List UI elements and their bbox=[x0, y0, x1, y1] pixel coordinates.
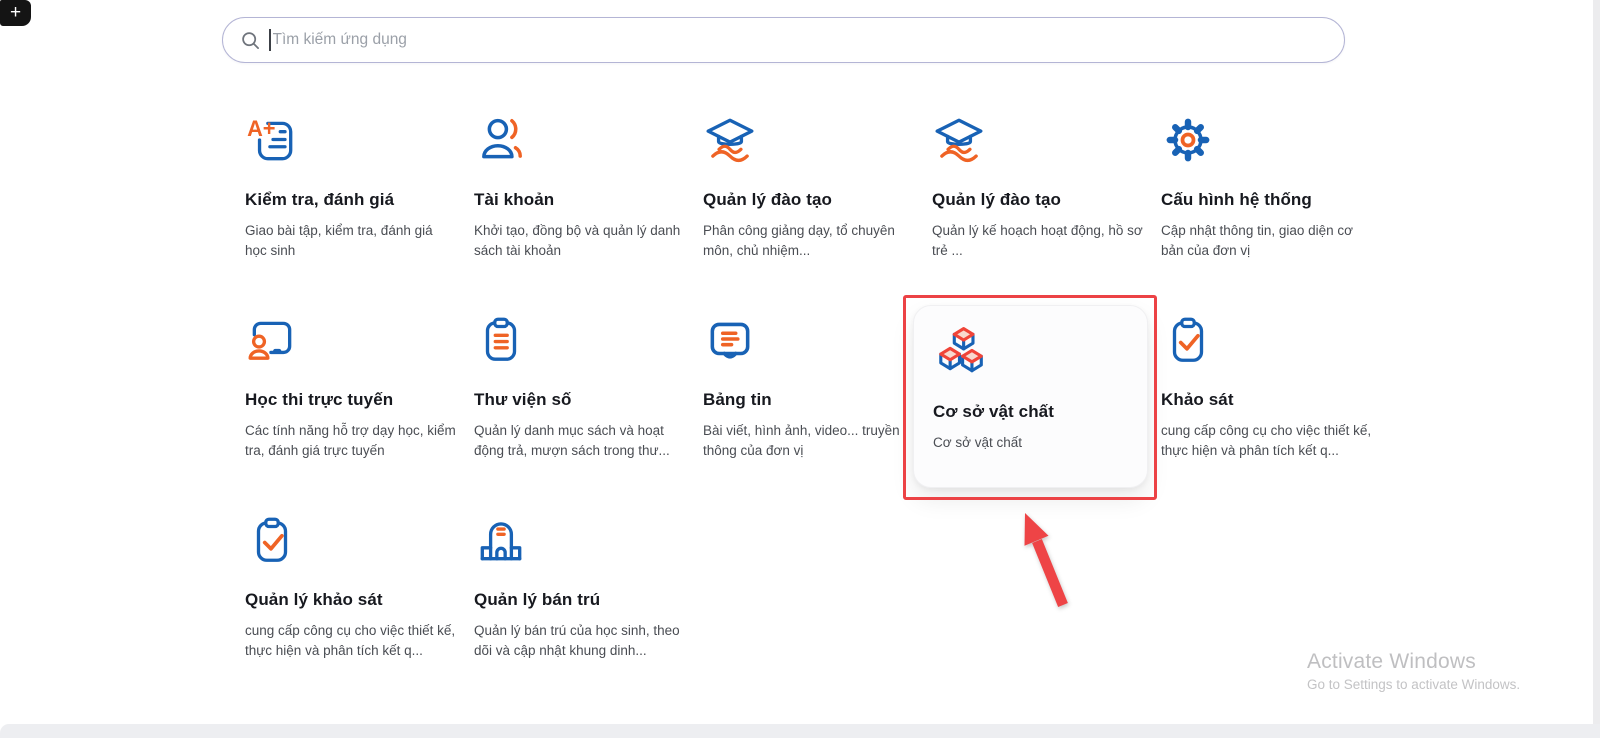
tile-description: Quản lý danh mục sách và hoạt động trả, … bbox=[474, 421, 686, 462]
tile-title: Bảng tin bbox=[703, 390, 915, 410]
tile-title: Quản lý khảo sát bbox=[245, 590, 457, 610]
tile-title: Cấu hình hệ thống bbox=[1161, 190, 1373, 210]
tile-title: Khảo sát bbox=[1161, 390, 1373, 410]
search-input[interactable] bbox=[273, 31, 1327, 49]
add-overlay-button[interactable]: + bbox=[0, 0, 31, 26]
boarding-school-icon bbox=[474, 513, 528, 567]
watermark-title: Activate Windows bbox=[1307, 650, 1520, 674]
search-icon bbox=[241, 31, 260, 50]
app-tile-co-so-vat-chat[interactable]: Cơ sở vật chất Cơ sở vật chất bbox=[932, 300, 1144, 500]
app-tile-thu-vien-so[interactable]: Thư viện số Quản lý danh mục sách và hoạ… bbox=[474, 300, 686, 500]
search-bar[interactable] bbox=[222, 17, 1345, 63]
app-tile-quan-ly-ban-tru[interactable]: Quản lý bán trú Quản lý bán trú của học … bbox=[474, 500, 686, 700]
tile-title: Kiểm tra, đánh giá bbox=[245, 190, 457, 210]
graduation-cap-icon bbox=[932, 113, 986, 167]
app-tile-kiem-tra-danh-gia[interactable]: Kiểm tra, đánh giá Giao bài tập, kiểm tr… bbox=[245, 100, 457, 300]
app-tile-hoc-thi-truc-tuyen[interactable]: Học thi trực tuyến Các tính năng hỗ trợ … bbox=[245, 300, 457, 500]
graduation-cap-icon bbox=[703, 113, 757, 167]
tile-description: Quản lý bán trú của học sinh, theo dõi v… bbox=[474, 621, 686, 662]
tile-description: Quản lý kế hoạch hoạt động, hồ sơ trẻ ..… bbox=[932, 221, 1144, 262]
bottom-edge-bar bbox=[0, 724, 1600, 738]
app-tile-tai-khoan[interactable]: Tài khoản Khởi tạo, đồng bộ và quản lý d… bbox=[474, 100, 686, 300]
tile-title: Quản lý đào tạo bbox=[703, 190, 915, 210]
survey-check-icon bbox=[245, 513, 299, 567]
library-clipboard-icon bbox=[474, 313, 528, 367]
user-account-icon bbox=[474, 113, 528, 167]
tile-description: cung cấp công cụ cho việc thiết kế, thực… bbox=[1161, 421, 1373, 462]
online-class-icon bbox=[245, 313, 299, 367]
watermark-subtitle: Go to Settings to activate Windows. bbox=[1307, 677, 1520, 692]
app-tile-khao-sat[interactable]: Khảo sát cung cấp công cụ cho việc thiết… bbox=[1161, 300, 1373, 500]
app-tile-bang-tin[interactable]: Bảng tin Bài viết, hình ảnh, video... tr… bbox=[703, 300, 915, 500]
tile-title: Quản lý bán trú bbox=[474, 590, 686, 610]
activate-windows-watermark: Activate Windows Go to Settings to activ… bbox=[1307, 650, 1520, 692]
tile-title: Thư viện số bbox=[474, 390, 686, 410]
tile-description: Phân công giảng dạy, tổ chuyên môn, chủ … bbox=[703, 221, 915, 262]
app-tile-quan-ly-dao-tao-2[interactable]: Quản lý đào tạo Quản lý kế hoạch hoạt độ… bbox=[932, 100, 1144, 300]
app-grid: Kiểm tra, đánh giá Giao bài tập, kiểm tr… bbox=[245, 100, 1390, 700]
tile-title: Tài khoản bbox=[474, 190, 686, 210]
cubes-icon bbox=[933, 325, 987, 379]
tile-description: cung cấp công cụ cho việc thiết kế, thực… bbox=[245, 621, 457, 662]
tile-description: Giao bài tập, kiểm tra, đánh giá học sin… bbox=[245, 221, 457, 262]
app-tile-quan-ly-dao-tao-1[interactable]: Quản lý đào tạo Phân công giảng dạy, tổ … bbox=[703, 100, 915, 300]
tile-description: Cơ sở vật chất bbox=[933, 433, 1144, 453]
tile-description: Khởi tạo, đồng bộ và quản lý danh sách t… bbox=[474, 221, 686, 262]
tile-description: Bài viết, hình ảnh, video... truyền thôn… bbox=[703, 421, 915, 462]
survey-check-icon bbox=[1161, 313, 1215, 367]
app-tile-quan-ly-khao-sat[interactable]: Quản lý khảo sát cung cấp công cụ cho vi… bbox=[245, 500, 457, 700]
tile-description: Các tính năng hỗ trợ dạy học, kiểm tra, … bbox=[245, 421, 457, 462]
scrollbar-track[interactable] bbox=[1593, 0, 1600, 724]
gear-icon bbox=[1161, 113, 1215, 167]
tile-description: Cập nhật thông tin, giao diện cơ bản của… bbox=[1161, 221, 1373, 262]
news-board-icon bbox=[703, 313, 757, 367]
tile-title: Cơ sở vật chất bbox=[933, 402, 1144, 422]
text-caret bbox=[269, 29, 271, 51]
tile-title: Học thi trực tuyến bbox=[245, 390, 457, 410]
tile-title: Quản lý đào tạo bbox=[932, 190, 1144, 210]
app-tile-cau-hinh-he-thong[interactable]: Cấu hình hệ thống Cập nhật thông tin, gi… bbox=[1161, 100, 1373, 300]
exam-document-icon bbox=[245, 113, 299, 167]
